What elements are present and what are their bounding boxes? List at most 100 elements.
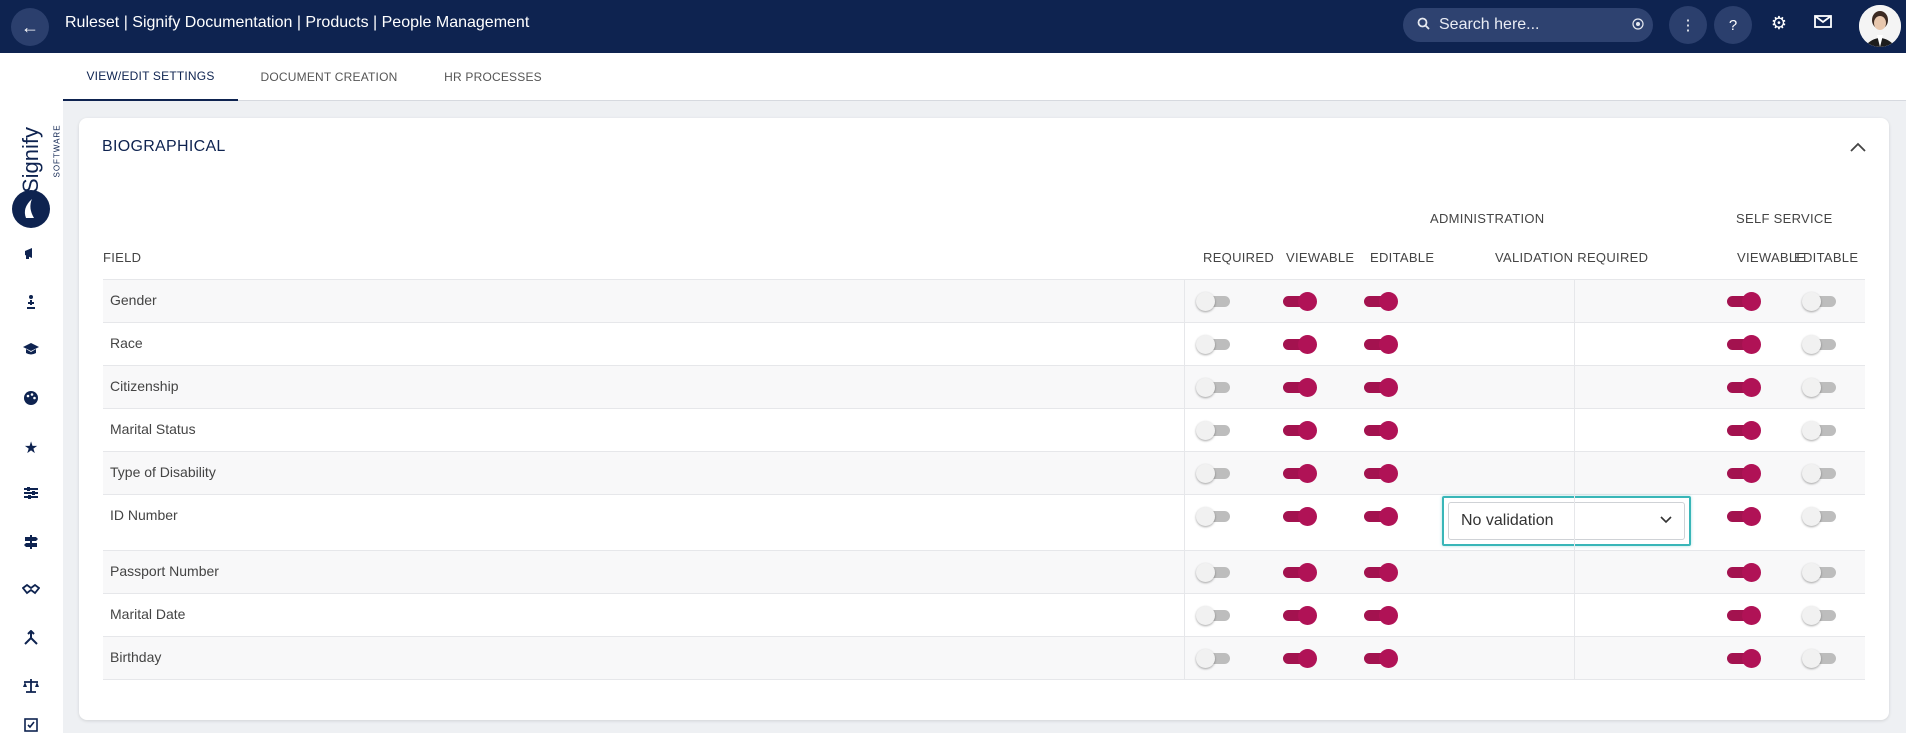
field-label: Citizenship [110, 378, 179, 394]
search-input[interactable]: Search here... [1403, 8, 1653, 42]
checklist-icon[interactable] [19, 718, 43, 733]
settings-button[interactable]: ⚙ [1767, 13, 1791, 34]
toggle-ss-viewable[interactable] [1725, 506, 1761, 526]
tab-view-edit-settings[interactable]: VIEW/EDIT SETTINGS [63, 53, 238, 101]
toggle-required[interactable] [1196, 506, 1232, 526]
toggle-ss-viewable[interactable] [1725, 420, 1761, 440]
toggle-knob [1742, 507, 1761, 526]
toggle-required[interactable] [1196, 648, 1232, 668]
handshake-icon[interactable] [19, 582, 43, 602]
toggle-editable[interactable] [1362, 420, 1398, 440]
column-header-field: FIELD [103, 250, 142, 265]
toggle-knob [1298, 563, 1317, 582]
validation-select-value: No validation [1461, 512, 1554, 529]
column-header-required: REQUIRED [1203, 250, 1275, 265]
toggle-ss-editable[interactable] [1802, 605, 1838, 625]
toggle-editable[interactable] [1362, 506, 1398, 526]
toggle-editable[interactable] [1362, 562, 1398, 582]
toggle-ss-editable[interactable] [1802, 506, 1838, 526]
table-row: Marital Status [103, 408, 1865, 451]
toggle-editable[interactable] [1362, 291, 1398, 311]
toggle-viewable[interactable] [1281, 334, 1317, 354]
collapse-button[interactable] [1845, 134, 1871, 160]
tab-document-creation[interactable]: DOCUMENT CREATION [249, 53, 409, 101]
toggle-viewable[interactable] [1281, 562, 1317, 582]
sliders-icon[interactable] [19, 486, 43, 506]
toggle-knob [1379, 335, 1398, 354]
toggle-viewable[interactable] [1281, 420, 1317, 440]
megaphone-icon[interactable] [19, 246, 43, 266]
toggle-editable[interactable] [1362, 463, 1398, 483]
toggle-viewable[interactable] [1281, 377, 1317, 397]
toggle-knob [1802, 335, 1821, 354]
help-button[interactable]: ? [1714, 6, 1752, 44]
toggle-knob [1742, 421, 1761, 440]
toggle-required[interactable] [1196, 562, 1232, 582]
scales-icon[interactable] [19, 678, 43, 698]
mail-icon [1814, 13, 1832, 33]
more-options-button[interactable]: ⋮ [1669, 6, 1707, 44]
table-row: Type of Disability [103, 451, 1865, 494]
clear-search-icon[interactable] [1623, 17, 1653, 33]
star-icon[interactable]: ★ [19, 438, 43, 458]
column-header-editable: EDITABLE [1370, 250, 1435, 265]
toggle-knob [1379, 421, 1398, 440]
palette-icon[interactable] [19, 390, 43, 410]
toggle-knob [1196, 563, 1215, 582]
toggle-ss-viewable[interactable] [1725, 562, 1761, 582]
toggle-knob [1802, 606, 1821, 625]
toggle-required[interactable] [1196, 420, 1232, 440]
field-label: Birthday [110, 649, 162, 665]
messages-button[interactable] [1811, 13, 1835, 34]
search-placeholder: Search here... [1439, 16, 1540, 33]
toggle-ss-editable[interactable] [1802, 648, 1838, 668]
person-walking-icon[interactable] [19, 294, 43, 314]
toggle-knob [1298, 606, 1317, 625]
toggle-editable[interactable] [1362, 605, 1398, 625]
section-title: BIOGRAPHICAL [102, 138, 226, 155]
toggle-ss-editable[interactable] [1802, 377, 1838, 397]
toggle-ss-viewable[interactable] [1725, 334, 1761, 354]
toggle-ss-editable[interactable] [1802, 463, 1838, 483]
toggle-knob [1802, 378, 1821, 397]
toggle-required[interactable] [1196, 334, 1232, 354]
toggle-ss-viewable[interactable] [1725, 291, 1761, 311]
toggle-ss-editable[interactable] [1802, 291, 1838, 311]
toggle-viewable[interactable] [1281, 463, 1317, 483]
toggle-required[interactable] [1196, 463, 1232, 483]
field-label: Race [110, 335, 143, 351]
toggle-editable[interactable] [1362, 334, 1398, 354]
toggle-required[interactable] [1196, 291, 1232, 311]
toggle-viewable[interactable] [1281, 291, 1317, 311]
toggle-knob [1196, 464, 1215, 483]
toggle-required[interactable] [1196, 605, 1232, 625]
validation-select[interactable]: No validation [1448, 502, 1685, 540]
toggle-editable[interactable] [1362, 377, 1398, 397]
toggle-knob [1802, 507, 1821, 526]
toggle-ss-viewable[interactable] [1725, 377, 1761, 397]
toggle-knob [1802, 292, 1821, 311]
toggle-viewable[interactable] [1281, 506, 1317, 526]
toggle-ss-viewable[interactable] [1725, 605, 1761, 625]
graduation-cap-icon[interactable] [19, 342, 43, 362]
toggle-ss-editable[interactable] [1802, 562, 1838, 582]
table-row: Citizenship [103, 365, 1865, 408]
toggle-ss-editable[interactable] [1802, 420, 1838, 440]
toggle-viewable[interactable] [1281, 648, 1317, 668]
back-button[interactable]: ← [11, 8, 49, 46]
toggle-ss-editable[interactable] [1802, 334, 1838, 354]
field-label: Marital Status [110, 421, 196, 437]
signpost-icon[interactable] [19, 534, 43, 554]
toggle-viewable[interactable] [1281, 605, 1317, 625]
toggle-knob [1802, 464, 1821, 483]
toggle-ss-viewable[interactable] [1725, 463, 1761, 483]
logo-mark-icon [12, 190, 50, 228]
tab-hr-processes[interactable]: HR PROCESSES [423, 53, 563, 101]
toggle-knob [1742, 292, 1761, 311]
route-icon[interactable] [19, 629, 43, 650]
user-avatar[interactable] [1859, 5, 1901, 47]
toggle-required[interactable] [1196, 377, 1232, 397]
toggle-editable[interactable] [1362, 648, 1398, 668]
toggle-ss-viewable[interactable] [1725, 648, 1761, 668]
toggle-knob [1298, 335, 1317, 354]
